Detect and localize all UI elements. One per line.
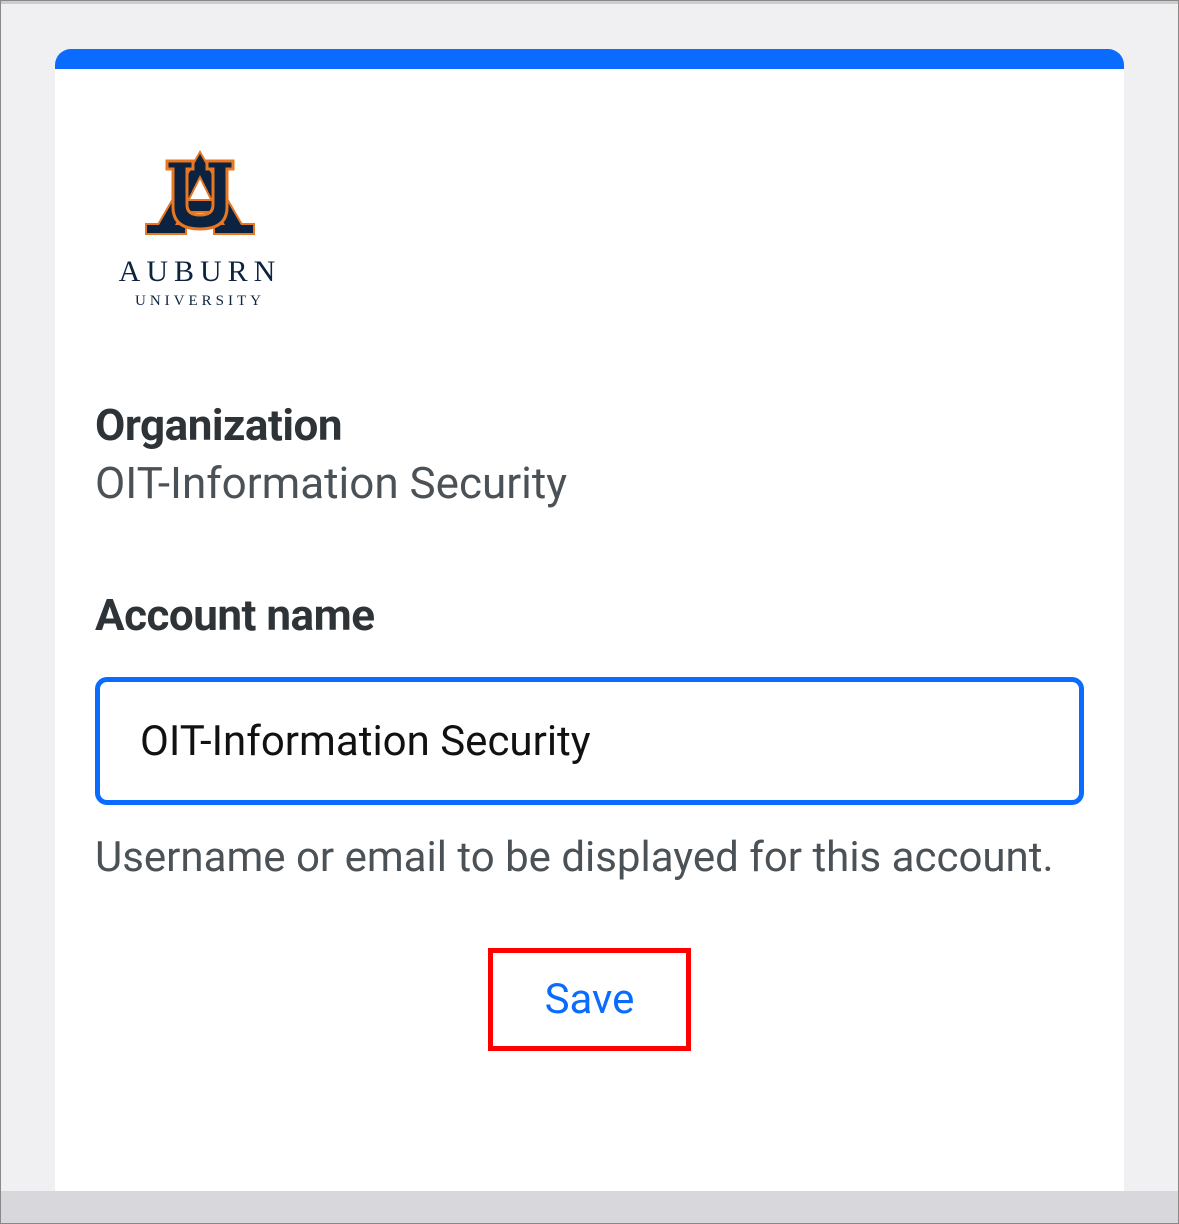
settings-card: AUBURN UNIVERSITY Organization OIT-Infor…: [55, 49, 1124, 1223]
auburn-logo: AUBURN UNIVERSITY: [95, 149, 1084, 319]
account-name-input[interactable]: [95, 677, 1084, 805]
account-name-label: Account name: [95, 589, 1084, 641]
button-row: Save: [95, 948, 1084, 1051]
save-button[interactable]: Save: [488, 948, 692, 1051]
organization-value: OIT-Information Security: [95, 457, 1084, 509]
card-accent-bar: [55, 49, 1124, 69]
logo-name-text: AUBURN: [119, 255, 282, 288]
top-separator: [1, 1, 1178, 4]
account-name-helper: Username or email to be displayed for th…: [95, 829, 1084, 888]
auburn-university-logo-icon: AUBURN UNIVERSITY: [95, 149, 305, 319]
bottom-bar: [1, 1191, 1178, 1223]
card-content: AUBURN UNIVERSITY Organization OIT-Infor…: [55, 69, 1124, 1091]
logo-subtitle-text: UNIVERSITY: [135, 293, 265, 309]
organization-label: Organization: [95, 399, 1084, 451]
